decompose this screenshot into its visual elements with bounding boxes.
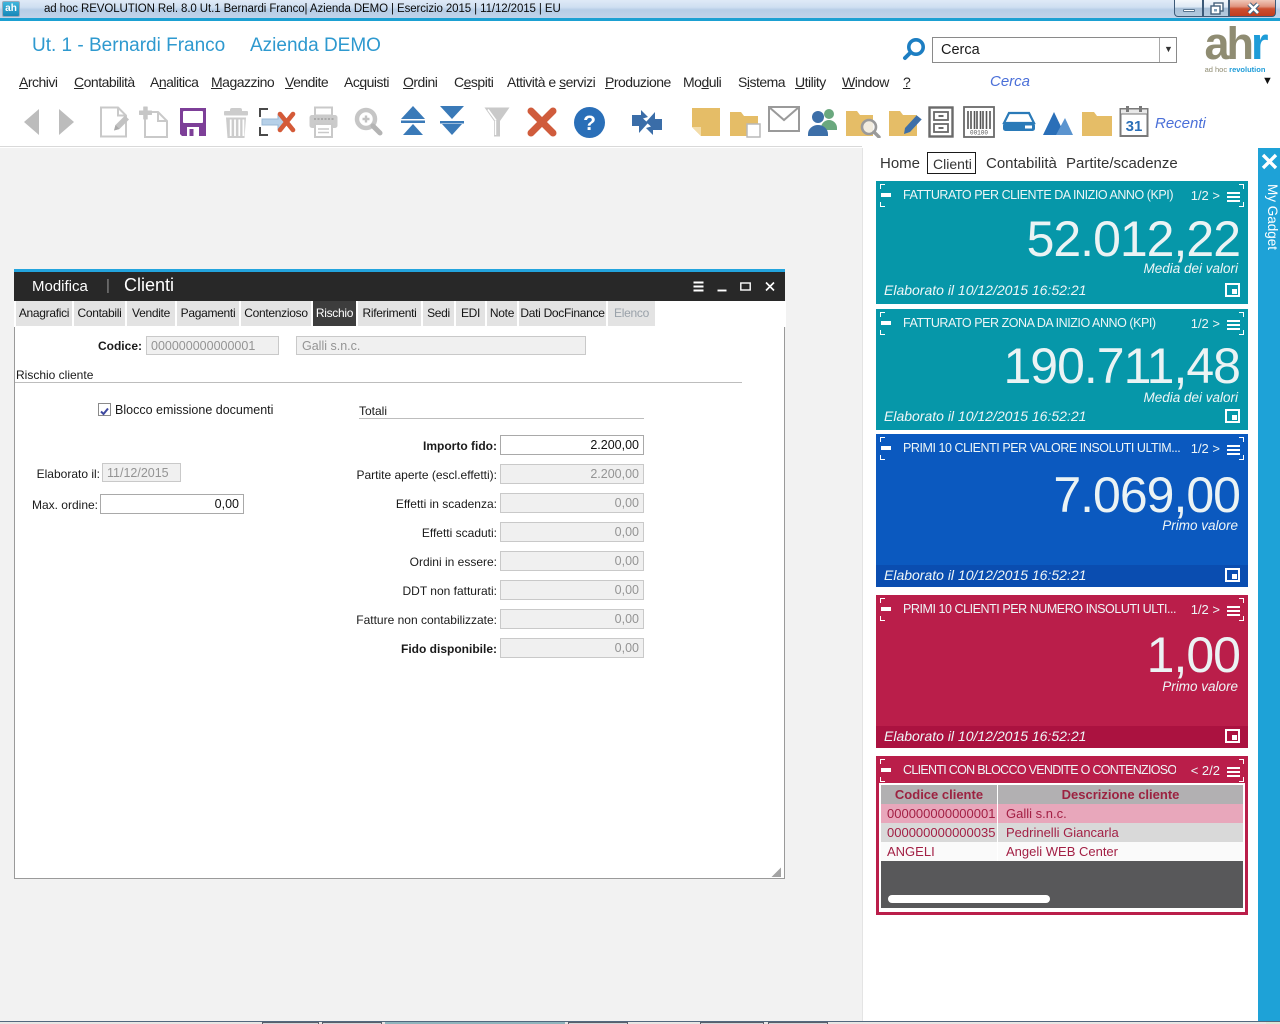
- svg-text:00100: 00100: [970, 130, 988, 137]
- svg-text:?: ?: [583, 112, 596, 135]
- svg-text:31: 31: [1126, 118, 1143, 135]
